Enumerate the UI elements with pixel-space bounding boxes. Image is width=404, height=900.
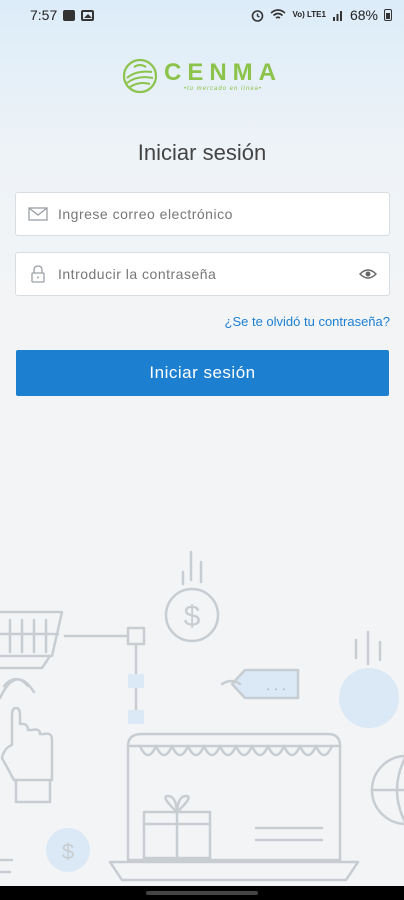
wifi-icon: [270, 9, 287, 19]
image-notification-icon: [81, 9, 95, 21]
ecommerce-illustration: $ $ . . .: [0, 550, 404, 882]
envelope-icon: [28, 204, 48, 224]
status-bar: 7:57 Vo) LTE1 68%: [0, 0, 404, 30]
email-field[interactable]: [15, 192, 390, 236]
battery-percent: 68%: [349, 7, 378, 23]
logo-tagline: •tu mercado en línea•: [183, 86, 263, 92]
signal-icon: [332, 11, 342, 21]
login-button[interactable]: Iniciar sesión: [16, 350, 389, 396]
status-left: 7:57: [30, 7, 95, 23]
alarm-icon: [252, 9, 264, 22]
small-dollar-sign-label: $: [62, 839, 74, 864]
eye-icon[interactable]: [359, 268, 377, 280]
forgot-password-link[interactable]: ¿Se te olvidó tu contraseña?: [225, 314, 391, 329]
connector-node: [126, 626, 146, 646]
page-title: Iniciar sesión: [137, 140, 267, 165]
home-gesture-pill[interactable]: [146, 891, 258, 895]
status-time: 7:57: [30, 7, 58, 23]
brand-logo: CENMA •tu mercado en línea•: [0, 58, 404, 94]
password-field[interactable]: [15, 252, 390, 296]
pointer-hand-icon: [0, 706, 54, 782]
battery-icon: [384, 9, 392, 21]
password-input[interactable]: [58, 266, 359, 282]
price-tag-icon: [230, 668, 300, 700]
lock-icon: [28, 264, 48, 284]
logo-name: CENMA: [164, 59, 282, 86]
network-type-label: Vo) LTE1: [292, 10, 326, 19]
blue-circle-decoration: [339, 668, 399, 728]
cenma-logo-icon: [122, 58, 158, 94]
dollar-sign-label: $: [184, 600, 201, 633]
email-input[interactable]: [58, 206, 377, 222]
tag-dots-label: . . .: [266, 677, 285, 693]
system-navigation-bar: [0, 886, 404, 900]
calendar-notification-icon: [63, 9, 76, 21]
status-right: Vo) LTE1 68%: [251, 7, 392, 23]
